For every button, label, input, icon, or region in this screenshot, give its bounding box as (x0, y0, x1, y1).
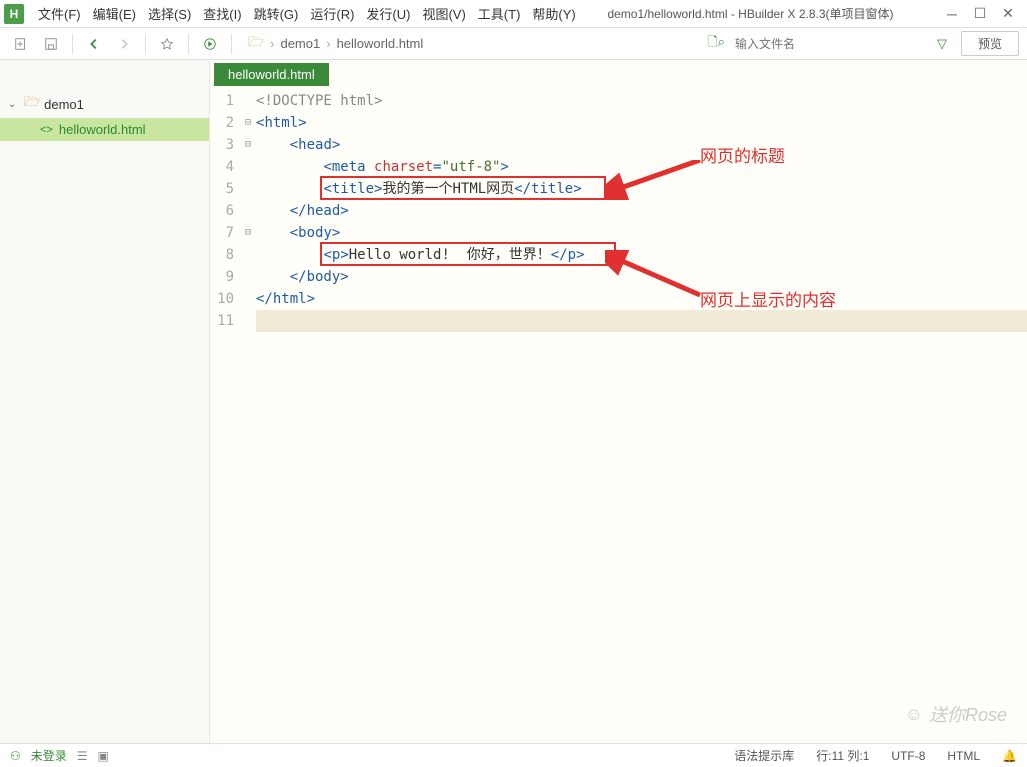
terminal-icon[interactable]: ▣ (98, 749, 109, 763)
user-icon[interactable]: ⚇ (10, 749, 21, 763)
breadcrumb-folder[interactable]: demo1 (280, 36, 320, 51)
star-icon[interactable] (154, 33, 180, 55)
toolbar: 🗁 › demo1 › helloworld.html 🗋⌕ ▽ 预览 (0, 28, 1027, 60)
window-title: demo1/helloworld.html - HBuilder X 2.8.3… (607, 5, 893, 22)
code-editor[interactable]: 1234567891011 ⊟⊟⊟ <!DOCTYPE html> <html>… (210, 86, 1027, 743)
menu-edit[interactable]: 编辑(E) (87, 1, 142, 26)
tab-active[interactable]: helloworld.html (214, 63, 329, 86)
menu-tools[interactable]: 工具(T) (472, 1, 527, 26)
maximize-icon[interactable]: ☐ (973, 7, 987, 21)
menu-file[interactable]: 文件(F) (32, 1, 87, 26)
save-icon[interactable] (38, 33, 64, 55)
minimize-icon[interactable]: ─ (945, 7, 959, 21)
run-icon[interactable] (197, 33, 223, 55)
filter-icon[interactable]: ▽ (937, 36, 947, 52)
search-file-icon[interactable]: 🗋⌕ (707, 33, 725, 55)
code-lines[interactable]: <!DOCTYPE html> <html> <head> <meta char… (256, 86, 1027, 743)
login-status[interactable]: 未登录 (31, 747, 67, 764)
menu-find[interactable]: 查找(I) (197, 1, 247, 26)
folder-icon: 🗁 (248, 33, 264, 55)
close-icon[interactable]: ✕ (1001, 7, 1015, 21)
tree-file-item[interactable]: <> helloworld.html (0, 118, 209, 141)
list-icon[interactable]: ☰ (77, 749, 88, 763)
main-area: ⌄ 🗁 demo1 <> helloworld.html helloworld.… (0, 60, 1027, 743)
title-bar: H 文件(F) 编辑(E) 选择(S) 查找(I) 跳转(G) 运行(R) 发行… (0, 0, 1027, 28)
new-file-icon[interactable] (8, 33, 34, 55)
annotation-title: 网页的标题 (700, 142, 785, 167)
editor-area: helloworld.html 1234567891011 ⊟⊟⊟ <!DOCT… (210, 60, 1027, 743)
wechat-icon: ☺ (905, 704, 923, 725)
fold-gutter: ⊟⊟⊟ (240, 86, 256, 743)
language-mode[interactable]: HTML (947, 749, 980, 763)
breadcrumb-file[interactable]: helloworld.html (337, 36, 424, 51)
tab-bar: helloworld.html (210, 60, 1027, 86)
back-icon[interactable] (81, 33, 107, 55)
tree-file-label: helloworld.html (59, 122, 146, 137)
preview-button[interactable]: 预览 (961, 31, 1019, 56)
sidebar: ⌄ 🗁 demo1 <> helloworld.html (0, 60, 210, 743)
chevron-down-icon: ⌄ (8, 99, 20, 110)
app-icon: H (4, 4, 24, 24)
menu-help[interactable]: 帮助(Y) (526, 1, 581, 26)
annotation-content: 网页上显示的内容 (700, 286, 836, 311)
line-gutter: 1234567891011 (210, 86, 240, 743)
menu-view[interactable]: 视图(V) (416, 1, 471, 26)
menu-run[interactable]: 运行(R) (304, 1, 360, 26)
status-bar: ⚇ 未登录 ☰ ▣ 语法提示库 行:11 列:1 UTF-8 HTML 🔔 (0, 743, 1027, 767)
encoding[interactable]: UTF-8 (891, 749, 925, 763)
html-file-icon: <> (40, 124, 53, 136)
watermark: ☺ 送你Rose (905, 701, 1007, 727)
syntax-lib[interactable]: 语法提示库 (734, 747, 794, 764)
menu-goto[interactable]: 跳转(G) (248, 1, 305, 26)
notification-icon[interactable]: 🔔 (1002, 749, 1017, 763)
menu-publish[interactable]: 发行(U) (360, 1, 416, 26)
menu-select[interactable]: 选择(S) (142, 1, 197, 26)
project-name: demo1 (44, 97, 84, 112)
folder-icon: 🗁 (24, 93, 40, 115)
forward-icon[interactable] (111, 33, 137, 55)
cursor-position: 行:11 列:1 (816, 747, 869, 764)
project-tree-folder[interactable]: ⌄ 🗁 demo1 (0, 90, 209, 118)
search-input[interactable] (731, 34, 931, 54)
breadcrumb[interactable]: 🗁 › demo1 › helloworld.html (248, 33, 423, 55)
